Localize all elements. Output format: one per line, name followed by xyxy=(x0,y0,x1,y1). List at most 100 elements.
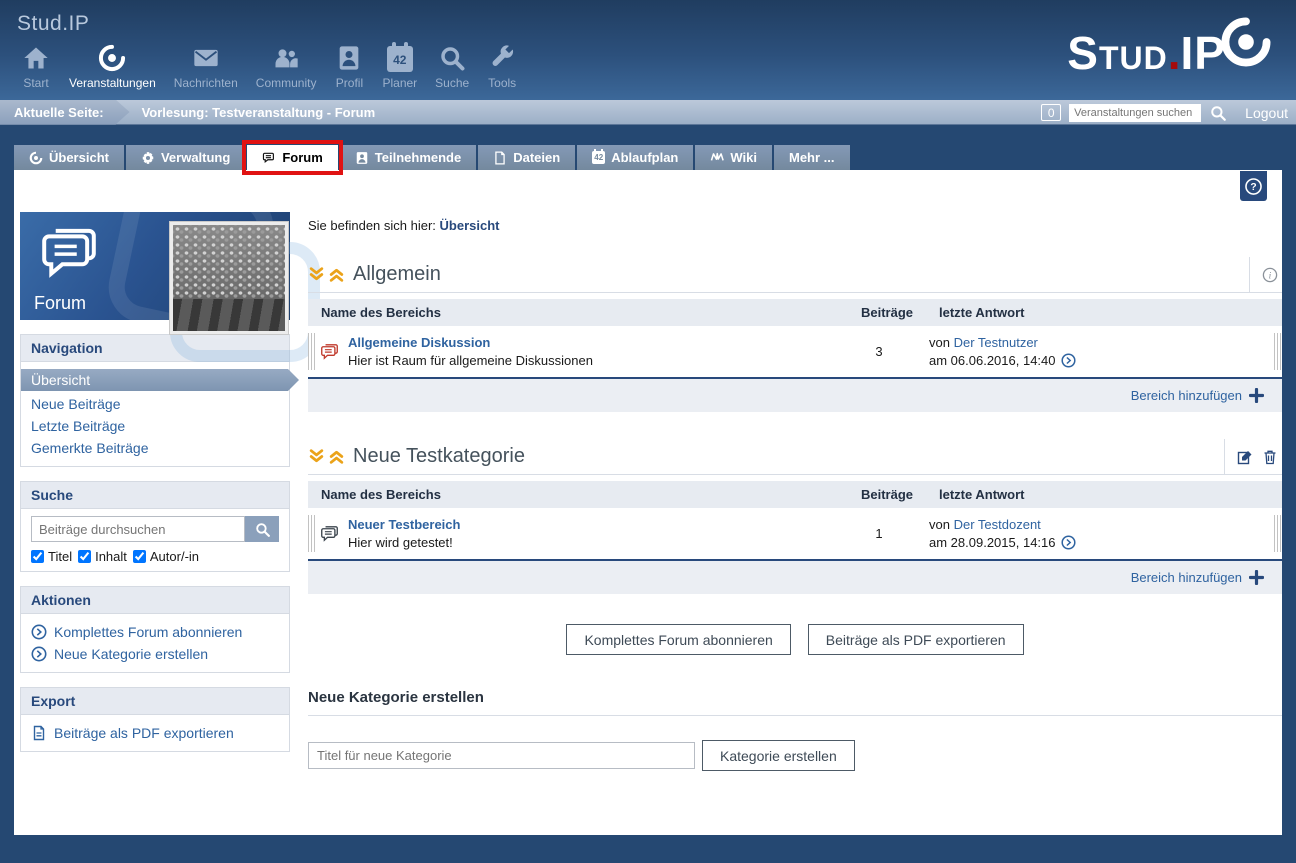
tab-label: Forum xyxy=(282,150,322,165)
tab-label: Mehr ... xyxy=(789,150,835,165)
create-category-button[interactable]: Kategorie erstellen xyxy=(702,740,855,771)
inhalt-checkbox[interactable] xyxy=(78,550,91,563)
nav-item-label: Start xyxy=(23,76,48,90)
nav-item-veranstaltungen[interactable]: Veranstaltungen xyxy=(60,42,165,90)
location-line: Sie befinden sich hier: Übersicht xyxy=(308,218,1282,233)
table-footer-row: Bereich hinzufügen xyxy=(308,379,1282,412)
table-row: Neuer Testbereich Hier wird getestet! 1 … xyxy=(308,508,1282,561)
nav-item-planer[interactable]: 42 Planer xyxy=(373,42,426,90)
tab-forum[interactable]: Forum xyxy=(247,145,337,170)
sidebar-item-gemerkte-beitraege[interactable]: Gemerkte Beiträge xyxy=(21,437,289,459)
course-search-input[interactable] xyxy=(1069,104,1201,122)
mail-icon xyxy=(191,42,221,72)
forum-search-input[interactable] xyxy=(31,516,245,542)
plus-icon[interactable] xyxy=(1249,570,1264,585)
area-link[interactable]: Allgemeine Diskussion xyxy=(348,335,593,350)
last-answer-cell: von Der Testdozent am 28.09.2015, 14:16 xyxy=(929,517,1274,550)
sidebar-item-neue-beitraege[interactable]: Neue Beiträge xyxy=(21,393,289,415)
goto-post-icon[interactable] xyxy=(1061,535,1076,550)
chevron-double-down-icon[interactable] xyxy=(308,266,325,283)
main-navigation: Start Veranstaltungen Nachrichten Commun… xyxy=(12,42,526,90)
export-pdf-link[interactable]: Beiträge als PDF exportieren xyxy=(31,722,279,744)
nav-item-suche[interactable]: Suche xyxy=(426,42,478,90)
drag-handle[interactable] xyxy=(308,333,316,370)
action-abonnieren[interactable]: Komplettes Forum abonnieren xyxy=(31,621,279,643)
location-link-uebersicht[interactable]: Übersicht xyxy=(440,218,500,233)
info-icon[interactable]: i xyxy=(1262,267,1278,283)
tab-ablaufplan[interactable]: 42 Ablaufplan xyxy=(577,145,693,170)
subscribe-forum-button[interactable]: Komplettes Forum abonnieren xyxy=(566,624,790,655)
drag-handle[interactable] xyxy=(1274,515,1282,552)
table-footer-row: Bereich hinzufügen xyxy=(308,561,1282,594)
nav-item-tools[interactable]: Tools xyxy=(478,42,526,90)
tab-mehr[interactable]: Mehr ... xyxy=(774,145,850,170)
sidebar-item-letzte-beitraege[interactable]: Letzte Beiträge xyxy=(21,415,289,437)
last-answer-cell: von Der Testnutzer am 06.06.2016, 14:40 xyxy=(929,335,1274,368)
search-submit-icon[interactable] xyxy=(1209,104,1227,122)
tab-wiki[interactable]: Wiki xyxy=(695,145,772,170)
logo-spiral-icon xyxy=(1220,16,1272,68)
top-header: Stud.IP Start Veranstaltungen Nachrichte… xyxy=(0,0,1296,100)
home-icon xyxy=(21,42,51,72)
sidebar-item-uebersicht[interactable]: Übersicht xyxy=(21,369,299,391)
chevron-double-up-icon[interactable] xyxy=(328,266,345,283)
tab-verwaltung[interactable]: Verwaltung xyxy=(126,145,245,170)
add-area-link[interactable]: Bereich hinzufügen xyxy=(1131,388,1242,403)
tab-teilnehmende[interactable]: Teilnehmende xyxy=(340,145,476,170)
logo-red-dot: . xyxy=(1168,30,1181,76)
chevron-double-up-icon[interactable] xyxy=(328,448,345,465)
forum-areas-table: Name des Bereichs Beiträge letzte Antwor… xyxy=(308,481,1282,594)
nav-item-nachrichten[interactable]: Nachrichten xyxy=(165,42,247,90)
tab-label: Übersicht xyxy=(49,150,109,165)
add-area-link[interactable]: Bereich hinzufügen xyxy=(1131,570,1242,585)
drag-handle[interactable] xyxy=(1274,333,1282,370)
studip-forum-page: Stud.IP Start Veranstaltungen Nachrichte… xyxy=(0,0,1296,863)
seminar-spiral-icon xyxy=(97,42,127,72)
content-panel: ? Forum Navigation Übersicht Neue Beiträ… xyxy=(14,170,1282,835)
area-description: Hier wird getestet! xyxy=(348,535,460,550)
checkbox-autor[interactable]: Autor/-in xyxy=(133,549,199,564)
export-pdf-button[interactable]: Beiträge als PDF exportieren xyxy=(808,624,1024,655)
tab-label: Wiki xyxy=(730,150,757,165)
search-counter-badge: 0 xyxy=(1041,104,1061,121)
planner-calendar-icon: 42 xyxy=(385,42,415,72)
by-label: von xyxy=(929,517,950,532)
goto-post-icon[interactable] xyxy=(1061,353,1076,368)
area-link[interactable]: Neuer Testbereich xyxy=(348,517,460,532)
category-tools: i xyxy=(1249,257,1278,293)
new-category-title-input[interactable] xyxy=(308,742,695,769)
checkbox-titel[interactable]: Titel xyxy=(31,549,72,564)
last-answer-date: am 06.06.2016, 14:40 xyxy=(929,353,1056,368)
author-link[interactable]: Der Testnutzer xyxy=(954,335,1038,350)
forum-search-button[interactable] xyxy=(245,516,279,542)
nav-item-label: Veranstaltungen xyxy=(69,76,156,90)
tab-uebersicht[interactable]: Übersicht xyxy=(14,145,124,170)
help-button[interactable]: ? xyxy=(1240,171,1267,201)
breadcrumb-label: Aktuelle Seite: xyxy=(0,100,130,125)
tab-dateien[interactable]: Dateien xyxy=(478,145,575,170)
section-title: Suche xyxy=(21,482,289,509)
edit-icon[interactable] xyxy=(1237,449,1253,465)
category-collapse-controls xyxy=(308,266,345,283)
chevron-double-down-icon[interactable] xyxy=(308,448,325,465)
circled-arrow-icon xyxy=(31,646,47,662)
section-title: Aktionen xyxy=(21,587,289,614)
nav-item-start[interactable]: Start xyxy=(12,42,60,90)
autor-checkbox[interactable] xyxy=(133,550,146,563)
nav-item-profil[interactable]: Profil xyxy=(325,42,373,90)
trash-icon[interactable] xyxy=(1262,449,1278,465)
export-label: Beiträge als PDF exportieren xyxy=(54,725,234,741)
author-link[interactable]: Der Testdozent xyxy=(954,517,1041,532)
checkbox-inhalt[interactable]: Inhalt xyxy=(78,549,127,564)
person-card-icon xyxy=(355,151,369,165)
action-neue-kategorie[interactable]: Neue Kategorie erstellen xyxy=(31,643,279,665)
column-header-count: Beiträge xyxy=(837,487,937,502)
titel-checkbox[interactable] xyxy=(31,550,44,563)
wiki-icon xyxy=(710,151,724,165)
drag-handle[interactable] xyxy=(308,515,316,552)
spiral-icon xyxy=(29,151,43,165)
nav-item-community[interactable]: Community xyxy=(247,42,326,90)
logout-link[interactable]: Logout xyxy=(1245,105,1288,121)
plus-icon[interactable] xyxy=(1249,388,1264,403)
forum-bubble-icon xyxy=(320,524,339,543)
